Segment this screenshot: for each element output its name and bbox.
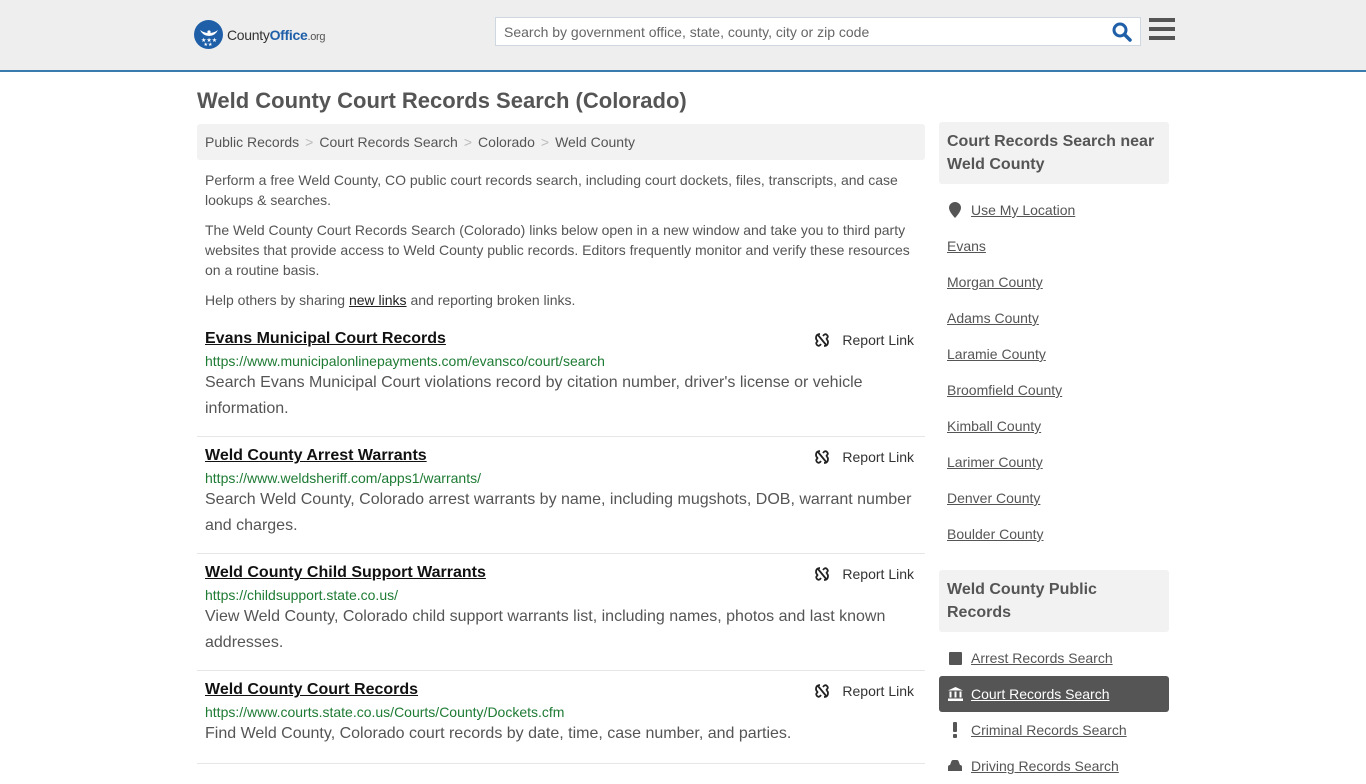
- use-my-location-item: Use My Location: [939, 192, 1169, 228]
- page-title: Weld County Court Records Search (Colora…: [197, 88, 687, 113]
- search-input[interactable]: [496, 18, 1106, 45]
- result-title-link[interactable]: Weld County Child Support Warrants: [205, 564, 486, 582]
- report-link-button[interactable]: Report Link: [814, 332, 914, 348]
- hamburger-menu-icon-bar: [1149, 36, 1175, 40]
- result-description: Search Weld County, Colorado arrest warr…: [205, 491, 912, 534]
- nearby-link-larimer-county[interactable]: Larimer County: [947, 454, 1043, 470]
- nearby-link-denver-county[interactable]: Denver County: [947, 490, 1040, 506]
- nearby-item: Evans: [939, 228, 1169, 264]
- breadcrumb-court-records-search[interactable]: Court Records Search: [319, 134, 458, 150]
- logo-office: Office: [269, 26, 308, 43]
- nearby-heading: Court Records Search near Weld County: [939, 122, 1169, 184]
- result-description: Search Evans Municipal Court violations …: [205, 374, 863, 417]
- nearby-link-morgan-county[interactable]: Morgan County: [947, 274, 1043, 290]
- intro-paragraph-1: Perform a free Weld County, CO public co…: [205, 172, 898, 208]
- result-url: https://www.courts.state.co.us/Courts/Co…: [205, 704, 565, 720]
- report-link-label: Report Link: [842, 332, 914, 348]
- nearby-link-broomfield-county[interactable]: Broomfield County: [947, 382, 1062, 398]
- nearby-item: Boulder County: [939, 516, 1169, 552]
- breadcrumb-separator: >: [305, 134, 314, 150]
- search-icon: [1112, 22, 1132, 42]
- results-list: Evans Municipal Court Records Report Lin…: [197, 320, 925, 764]
- nearby-link-kimball-county[interactable]: Kimball County: [947, 418, 1041, 434]
- broken-link-icon: [815, 333, 830, 347]
- nearby-item: Broomfield County: [939, 372, 1169, 408]
- public-records-heading: Weld County Public Records: [939, 570, 1169, 632]
- nearby-list: Use My Location Evans Morgan County Adam…: [939, 184, 1169, 552]
- nearby-link-laramie-county[interactable]: Laramie County: [947, 346, 1046, 362]
- nearby-item: Denver County: [939, 480, 1169, 516]
- court-records-search-link[interactable]: Court Records Search: [971, 686, 1110, 702]
- public-records-item: Arrest Records Search: [939, 640, 1169, 676]
- intro-text-before: Help others by sharing: [205, 292, 349, 308]
- hamburger-menu-button[interactable]: [1149, 18, 1175, 42]
- breadcrumb-separator: >: [463, 134, 473, 150]
- public-records-list: Arrest Records Search Court Records Sear…: [939, 632, 1169, 784]
- hamburger-menu-icon-bar: [1149, 18, 1175, 22]
- broken-link-icon: [815, 567, 830, 581]
- result-item: Weld County Court Records Report Link ht…: [197, 671, 925, 764]
- logo-wordmark: CountyOffice.org: [227, 26, 326, 43]
- result-title-link[interactable]: Evans Municipal Court Records: [205, 330, 446, 348]
- nearby-item: Larimer County: [939, 444, 1169, 480]
- new-links-link[interactable]: new links: [349, 292, 407, 308]
- courthouse-icon: [947, 687, 963, 701]
- report-link-label: Report Link: [842, 566, 914, 582]
- svg-text:★★: ★★: [203, 42, 212, 46]
- report-link-label: Report Link: [842, 449, 914, 465]
- breadcrumb-public-records[interactable]: Public Records: [205, 134, 299, 150]
- sidebar: Court Records Search near Weld County Us…: [939, 122, 1169, 784]
- result-url: https://www.weldsheriff.com/apps1/warran…: [205, 470, 481, 486]
- logo-county: County: [227, 26, 270, 43]
- result-url: https://childsupport.state.co.us/: [205, 587, 398, 603]
- broken-link-icon: [815, 450, 830, 464]
- intro-paragraph-3: Help others by sharing new links and rep…: [205, 290, 917, 310]
- site-search: [495, 17, 1141, 46]
- nearby-link-adams-county[interactable]: Adams County: [947, 310, 1039, 326]
- map-pin-icon: [947, 202, 963, 218]
- nearby-item: Morgan County: [939, 264, 1169, 300]
- intro-text: Perform a free Weld County, CO public co…: [205, 170, 917, 320]
- report-link-button[interactable]: Report Link: [814, 566, 914, 582]
- result-title-link[interactable]: Weld County Court Records: [205, 681, 418, 699]
- site-logo[interactable]: ★★★ ★★ CountyOffice.org: [194, 20, 326, 49]
- search-button[interactable]: [1112, 22, 1134, 42]
- broken-link-icon: [815, 684, 830, 698]
- intro-paragraph-2: The Weld County Court Records Search (Co…: [205, 222, 910, 278]
- breadcrumb-weld-county[interactable]: Weld County: [555, 134, 635, 150]
- result-item: Evans Municipal Court Records Report Lin…: [197, 320, 925, 437]
- report-link-button[interactable]: Report Link: [814, 683, 914, 699]
- result-item: Weld County Arrest Warrants Report Link …: [197, 437, 925, 554]
- result-description: View Weld County, Colorado child support…: [205, 608, 886, 651]
- hamburger-menu-icon-bar: [1149, 27, 1175, 31]
- nearby-item: Adams County: [939, 300, 1169, 336]
- intro-text-after: and reporting broken links.: [406, 292, 576, 308]
- public-records-item: Driving Records Search: [939, 748, 1169, 784]
- square-icon: [947, 651, 963, 665]
- car-icon: [947, 759, 963, 773]
- nearby-link-evans[interactable]: Evans: [947, 238, 986, 254]
- report-link-label: Report Link: [842, 683, 914, 699]
- result-url: https://www.municipalonlinepayments.com/…: [205, 353, 605, 369]
- logo-tld: .org: [307, 30, 326, 43]
- breadcrumb-colorado[interactable]: Colorado: [478, 134, 535, 150]
- public-records-item-active: Court Records Search: [939, 676, 1169, 712]
- report-link-button[interactable]: Report Link: [814, 449, 914, 465]
- use-my-location-link[interactable]: Use My Location: [971, 202, 1075, 218]
- nearby-item: Kimball County: [939, 408, 1169, 444]
- nearby-item: Laramie County: [939, 336, 1169, 372]
- arrest-records-search-link[interactable]: Arrest Records Search: [971, 650, 1113, 666]
- result-description: Find Weld County, Colorado court records…: [205, 725, 792, 742]
- result-item: Weld County Child Support Warrants Repor…: [197, 554, 925, 671]
- criminal-records-search-link[interactable]: Criminal Records Search: [971, 722, 1127, 738]
- breadcrumb-separator: >: [540, 134, 550, 150]
- breadcrumb: Public Records > Court Records Search > Colo…: [197, 124, 925, 160]
- nearby-link-boulder-county[interactable]: Boulder County: [947, 526, 1044, 542]
- exclamation-icon: [947, 722, 963, 738]
- site-header: ★★★ ★★ CountyOffice.org: [0, 0, 1366, 72]
- driving-records-search-link[interactable]: Driving Records Search: [971, 758, 1119, 774]
- public-records-item: Criminal Records Search: [939, 712, 1169, 748]
- eagle-stars-logo-icon: ★★★ ★★: [194, 20, 223, 49]
- result-title-link[interactable]: Weld County Arrest Warrants: [205, 447, 427, 465]
